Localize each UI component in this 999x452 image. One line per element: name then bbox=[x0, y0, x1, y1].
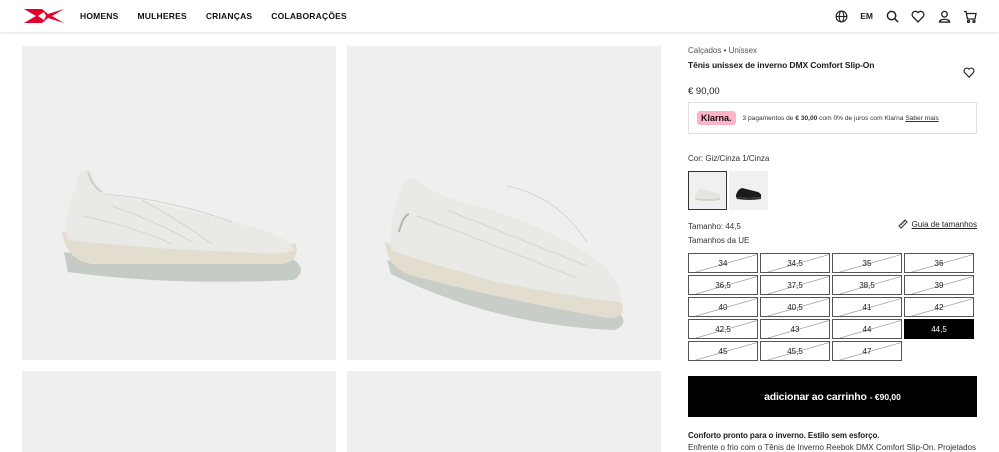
klarna-amount: € 30,00 bbox=[795, 114, 818, 122]
product-image-4[interactable] bbox=[347, 371, 661, 452]
eu-sizes-label: Tamanhos da UE bbox=[688, 236, 750, 245]
reebok-logo[interactable] bbox=[22, 7, 66, 25]
account-icon[interactable] bbox=[937, 9, 951, 23]
language-selector[interactable]: EM bbox=[860, 11, 873, 21]
size-option-selected[interactable]: 44,5 bbox=[904, 319, 974, 339]
size-value: 41 bbox=[862, 302, 872, 312]
size-option[interactable]: 42,5 bbox=[688, 319, 758, 339]
size-option[interactable]: 34,5 bbox=[760, 253, 830, 273]
size-value: 44 bbox=[862, 324, 872, 334]
size-value: 34 bbox=[718, 258, 728, 268]
product-price: € 90,00 bbox=[688, 86, 720, 97]
size-option[interactable]: 44 bbox=[832, 319, 902, 339]
color-label: Cor: Giz/Cinza 1/Cinza bbox=[688, 154, 770, 163]
klarna-logo: Klarna. bbox=[697, 111, 736, 125]
size-value: 47 bbox=[862, 346, 872, 356]
size-option[interactable]: 37,5 bbox=[760, 275, 830, 295]
klarna-text: 3 pagamentos de € 30,00 com 0% de juros … bbox=[743, 115, 939, 122]
cart-icon[interactable] bbox=[963, 9, 977, 23]
description-text: Enfrente o frio com o Tênis de Inverno R… bbox=[688, 443, 976, 452]
size-value: 45 bbox=[718, 346, 728, 356]
nav-colaboracoes[interactable]: COLABORAÇÕES bbox=[271, 11, 347, 21]
size-value: 43 bbox=[790, 324, 800, 334]
size-option[interactable]: 36 bbox=[904, 253, 974, 273]
product-image-3[interactable] bbox=[22, 371, 336, 452]
product-details: Calçados • Unissex Tênis unissex de inve… bbox=[688, 46, 977, 452]
size-guide-text[interactable]: Guia de tamanhos bbox=[912, 220, 977, 229]
product-title: Tênis unissex de inverno DMX Comfort Sli… bbox=[688, 60, 875, 70]
size-option[interactable]: 47 bbox=[832, 341, 902, 361]
nav-criancas[interactable]: CRIANÇAS bbox=[206, 11, 252, 21]
size-label: Tamanho: 44,5 bbox=[688, 222, 741, 231]
search-icon[interactable] bbox=[885, 9, 899, 23]
size-value: 40,5 bbox=[787, 302, 803, 312]
size-option[interactable]: 45,5 bbox=[760, 341, 830, 361]
size-option[interactable]: 36,5 bbox=[688, 275, 758, 295]
size-value: 40 bbox=[718, 302, 728, 312]
size-value: 42 bbox=[934, 302, 944, 312]
site-header: HOMENS MULHERES CRIANÇAS COLABORAÇÕES EM bbox=[0, 0, 999, 32]
size-value: 39 bbox=[934, 280, 944, 290]
product-image-angle[interactable] bbox=[347, 46, 661, 360]
shoe-angle-illustration bbox=[385, 178, 624, 330]
size-value: 34,5 bbox=[787, 258, 803, 268]
size-option[interactable]: 34 bbox=[688, 253, 758, 273]
heart-icon[interactable] bbox=[911, 9, 925, 23]
size-option[interactable]: 38,5 bbox=[832, 275, 902, 295]
globe-icon[interactable] bbox=[834, 9, 848, 23]
size-value: 35 bbox=[862, 258, 872, 268]
size-value: 38,5 bbox=[859, 280, 875, 290]
size-value: 45,5 bbox=[787, 346, 803, 356]
wishlist-heart-icon[interactable] bbox=[963, 65, 975, 78]
description-heading: Conforto pronto para o inverno. Estilo s… bbox=[688, 431, 880, 440]
size-option[interactable]: 40 bbox=[688, 297, 758, 317]
size-value: 36 bbox=[934, 258, 944, 268]
size-option[interactable]: 39 bbox=[904, 275, 974, 295]
size-value: 42,5 bbox=[715, 324, 731, 334]
size-value: 44,5 bbox=[931, 324, 947, 334]
nav-homens[interactable]: HOMENS bbox=[80, 11, 119, 21]
klarna-prefix: 3 pagamentos de bbox=[742, 114, 794, 122]
main-nav: HOMENS MULHERES CRIANÇAS COLABORAÇÕES bbox=[80, 0, 347, 32]
add-to-cart-label: adicionar ao carrinho bbox=[764, 390, 867, 403]
color-swatch-chalk[interactable] bbox=[688, 171, 727, 210]
add-to-cart-button[interactable]: adicionar ao carrinho - €90,00 bbox=[688, 376, 977, 417]
size-option[interactable]: 42 bbox=[904, 297, 974, 317]
klarna-learn-more-link[interactable]: Saber mais bbox=[905, 115, 938, 122]
ruler-icon bbox=[897, 219, 908, 229]
color-swatch-black[interactable] bbox=[729, 171, 768, 210]
size-option[interactable]: 35 bbox=[832, 253, 902, 273]
size-value: 37,5 bbox=[787, 280, 803, 290]
size-option[interactable]: 40,5 bbox=[760, 297, 830, 317]
header-actions: EM bbox=[834, 0, 977, 32]
nav-mulheres[interactable]: MULHERES bbox=[138, 11, 187, 21]
size-option[interactable]: 41 bbox=[832, 297, 902, 317]
size-guide-link[interactable]: Guia de tamanhos bbox=[897, 219, 977, 229]
shoe-side-illustration bbox=[62, 170, 301, 282]
size-option[interactable]: 43 bbox=[760, 319, 830, 339]
product-image-side[interactable] bbox=[22, 46, 336, 360]
breadcrumb[interactable]: Calçados • Unissex bbox=[688, 46, 977, 55]
size-value: 36,5 bbox=[715, 280, 731, 290]
klarna-suffix: com 0% de juros com Klarna bbox=[819, 114, 904, 122]
add-to-cart-price: - €90,00 bbox=[869, 391, 901, 402]
klarna-banner: Klarna. 3 pagamentos de € 30,00 com 0% d… bbox=[688, 102, 977, 134]
size-option[interactable]: 45 bbox=[688, 341, 758, 361]
